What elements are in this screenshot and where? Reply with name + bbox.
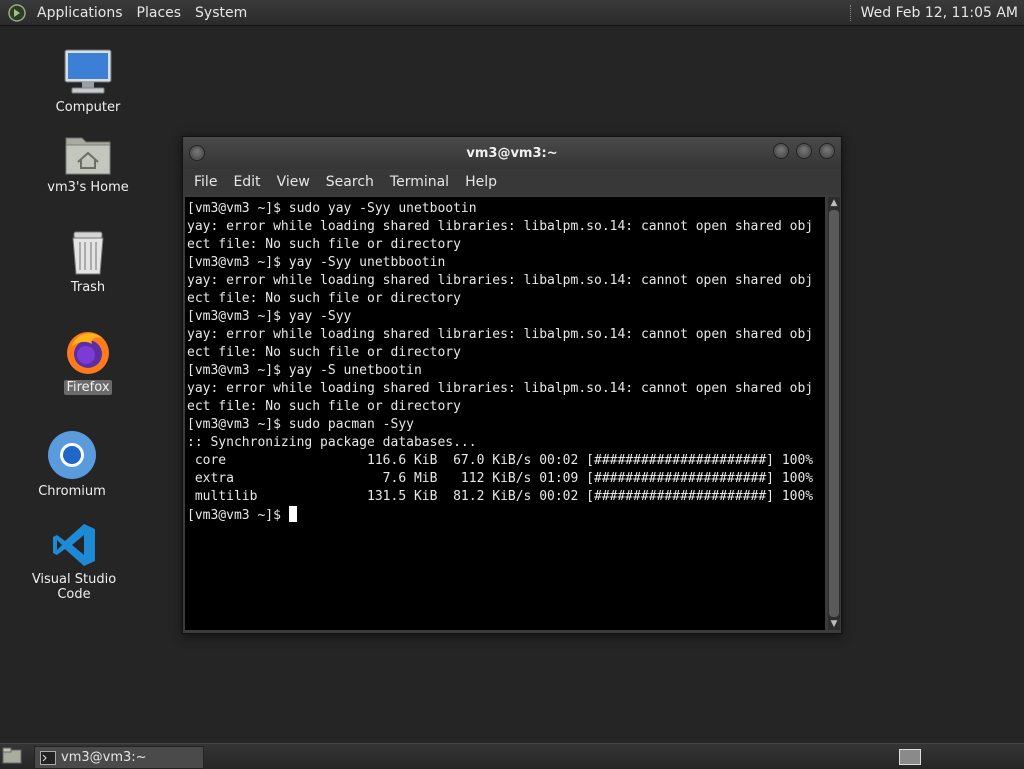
terminal-line: extra 7.6 MiB 112 KiB/s 01:09 [#########… (187, 471, 814, 486)
chromium-icon (48, 431, 96, 479)
terminal-line: yay: error while loading shared librarie… (187, 327, 814, 342)
menu-edit[interactable]: Edit (225, 174, 268, 190)
workspace-switcher[interactable] (899, 749, 921, 765)
menu-help[interactable]: Help (457, 174, 505, 190)
close-button[interactable] (819, 143, 835, 159)
terminal-output[interactable]: [vm3@vm3 ~]$ sudo yay -Syy unetbootin ya… (185, 197, 825, 630)
text-cursor (288, 506, 297, 522)
terminal-line: [vm3@vm3 ~]$ yay -Syy unetbbootin (187, 255, 446, 270)
desktop-icon-label: Visual Studio Code (31, 572, 117, 602)
terminal-line: ect file: No such file or directory (187, 291, 461, 306)
terminal-line: core 116.6 KiB 67.0 KiB/s 00:02 [#######… (187, 453, 814, 468)
terminal-line: multilib 131.5 KiB 81.2 KiB/s 00:02 [###… (187, 489, 814, 504)
terminal-line: [vm3@vm3 ~]$ sudo yay -Syy unetbootin (187, 201, 477, 216)
taskbar-item-terminal[interactable]: vm3@vm3:~ (34, 746, 204, 769)
desktop-icon-label: Firefox (64, 380, 112, 395)
window-menubar: File Edit View Search Terminal Help (183, 169, 841, 195)
show-desktop-icon[interactable] (2, 747, 22, 765)
menu-search[interactable]: Search (318, 174, 382, 190)
panel-separator (849, 4, 853, 21)
computer-icon (64, 49, 112, 94)
terminal-line: ect file: No such file or directory (187, 237, 461, 252)
desktop-icon-firefox[interactable]: Firefox (33, 324, 143, 395)
terminal-window: vm3@vm3:~ File Edit View Search Terminal… (182, 136, 842, 634)
top-panel: Applications Places System Wed Feb 12, 1… (0, 0, 1024, 26)
window-title: vm3@vm3:~ (466, 145, 558, 161)
menu-places[interactable]: Places (130, 5, 189, 21)
home-folder-icon (65, 137, 111, 175)
menu-applications[interactable]: Applications (30, 5, 130, 21)
terminal-line: [vm3@vm3 ~]$ sudo pacman -Syy (187, 417, 414, 432)
minimize-button[interactable] (773, 143, 789, 159)
terminal-scrollbar[interactable]: ▲ ▼ (828, 197, 840, 630)
menu-file[interactable]: File (186, 174, 225, 190)
bottom-panel: vm3@vm3:~ (0, 743, 1024, 769)
menu-view[interactable]: View (269, 174, 318, 190)
vscode-icon (53, 524, 95, 566)
desktop-icon-label: Chromium (38, 484, 106, 499)
desktop-icon-label: Computer (55, 100, 121, 115)
terminal-line: yay: error while loading shared librarie… (187, 273, 814, 288)
distro-logo-icon[interactable] (8, 3, 26, 22)
desktop-icon-computer[interactable]: Computer (33, 44, 143, 115)
desktop-icon-label: Trash (70, 280, 106, 295)
scroll-down-icon[interactable]: ▼ (828, 618, 840, 630)
terminal-line: ect file: No such file or directory (187, 345, 461, 360)
maximize-button[interactable] (796, 143, 812, 159)
firefox-icon (67, 332, 109, 374)
terminal-prompt: [vm3@vm3 ~]$ (187, 508, 289, 523)
terminal-line: yay: error while loading shared librarie… (187, 381, 814, 396)
terminal-line: :: Synchronizing package databases... (187, 435, 477, 450)
desktop-icon-trash[interactable]: Trash (33, 224, 143, 295)
terminal-line: yay: error while loading shared librarie… (187, 219, 814, 234)
window-titlebar[interactable]: vm3@vm3:~ (183, 137, 841, 169)
scrollbar-thumb[interactable] (829, 210, 839, 617)
desktop-icon-vscode[interactable]: Visual Studio Code (19, 516, 129, 602)
menu-terminal[interactable]: Terminal (382, 174, 457, 190)
menu-system[interactable]: System (188, 5, 254, 21)
scroll-up-icon[interactable]: ▲ (828, 197, 840, 209)
terminal-line: ect file: No such file or directory (187, 399, 461, 414)
clock[interactable]: Wed Feb 12, 11:05 AM (861, 5, 1024, 21)
terminal-icon (40, 750, 56, 765)
desktop-icon-chromium[interactable]: Chromium (17, 428, 127, 499)
desktop-icon-home[interactable]: vm3's Home (33, 124, 143, 195)
terminal-line: [vm3@vm3 ~]$ yay -S unetbootin (187, 363, 422, 378)
desktop-icon-label: vm3's Home (47, 180, 129, 195)
trash-icon (72, 231, 104, 275)
taskbar-item-label: vm3@vm3:~ (61, 750, 147, 765)
terminal-line: [vm3@vm3 ~]$ yay -Syy (187, 309, 352, 324)
